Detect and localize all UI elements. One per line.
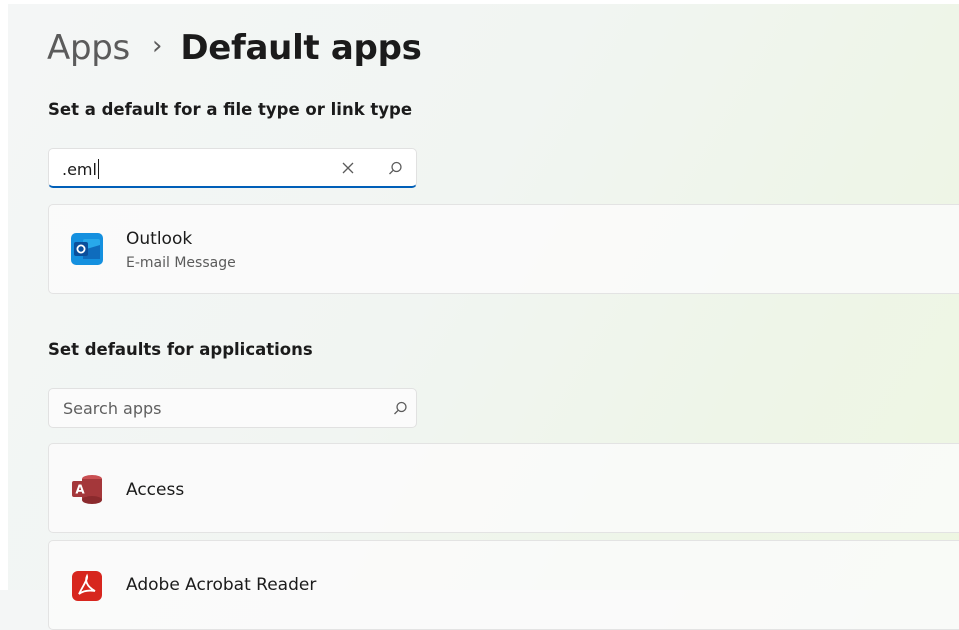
svg-text:A: A <box>75 483 85 497</box>
app-name: Adobe Acrobat Reader <box>126 575 317 595</box>
outlook-icon <box>71 233 103 265</box>
app-name: Access <box>126 480 185 500</box>
access-icon: A <box>72 475 102 504</box>
search-apps-button[interactable] <box>390 398 410 418</box>
breadcrumb-chevron-icon: › <box>151 31 163 61</box>
search-apps-input[interactable]: Search apps <box>48 388 417 428</box>
window-top-edge <box>0 0 959 4</box>
search-icon <box>393 401 407 414</box>
search-apps-placeholder: Search apps <box>63 399 162 418</box>
breadcrumb: Apps › Default apps <box>47 28 422 68</box>
app-row-access[interactable]: A Access <box>48 443 959 533</box>
file-type-search-input[interactable]: .eml <box>48 148 417 188</box>
breadcrumb-apps-link[interactable]: Apps <box>47 28 130 68</box>
page-title: Default apps <box>180 28 422 68</box>
text-caret <box>97 159 99 179</box>
file-type-search-value: .eml <box>62 159 99 179</box>
file-type-result-outlook[interactable]: Outlook E-mail Message <box>48 204 959 294</box>
close-icon <box>342 162 354 174</box>
file-type-description: E-mail Message <box>126 255 236 271</box>
window-left-edge <box>0 0 8 590</box>
search-icon <box>388 161 402 174</box>
search-button[interactable] <box>385 158 405 178</box>
acrobat-reader-icon <box>72 571 102 601</box>
app-name: Outlook <box>126 229 193 249</box>
applications-section-title: Set defaults for applications <box>48 340 313 359</box>
app-row-adobe-acrobat-reader[interactable]: Adobe Acrobat Reader <box>48 540 959 630</box>
clear-search-button[interactable] <box>338 158 358 178</box>
file-type-section-title: Set a default for a file type or link ty… <box>48 100 413 119</box>
